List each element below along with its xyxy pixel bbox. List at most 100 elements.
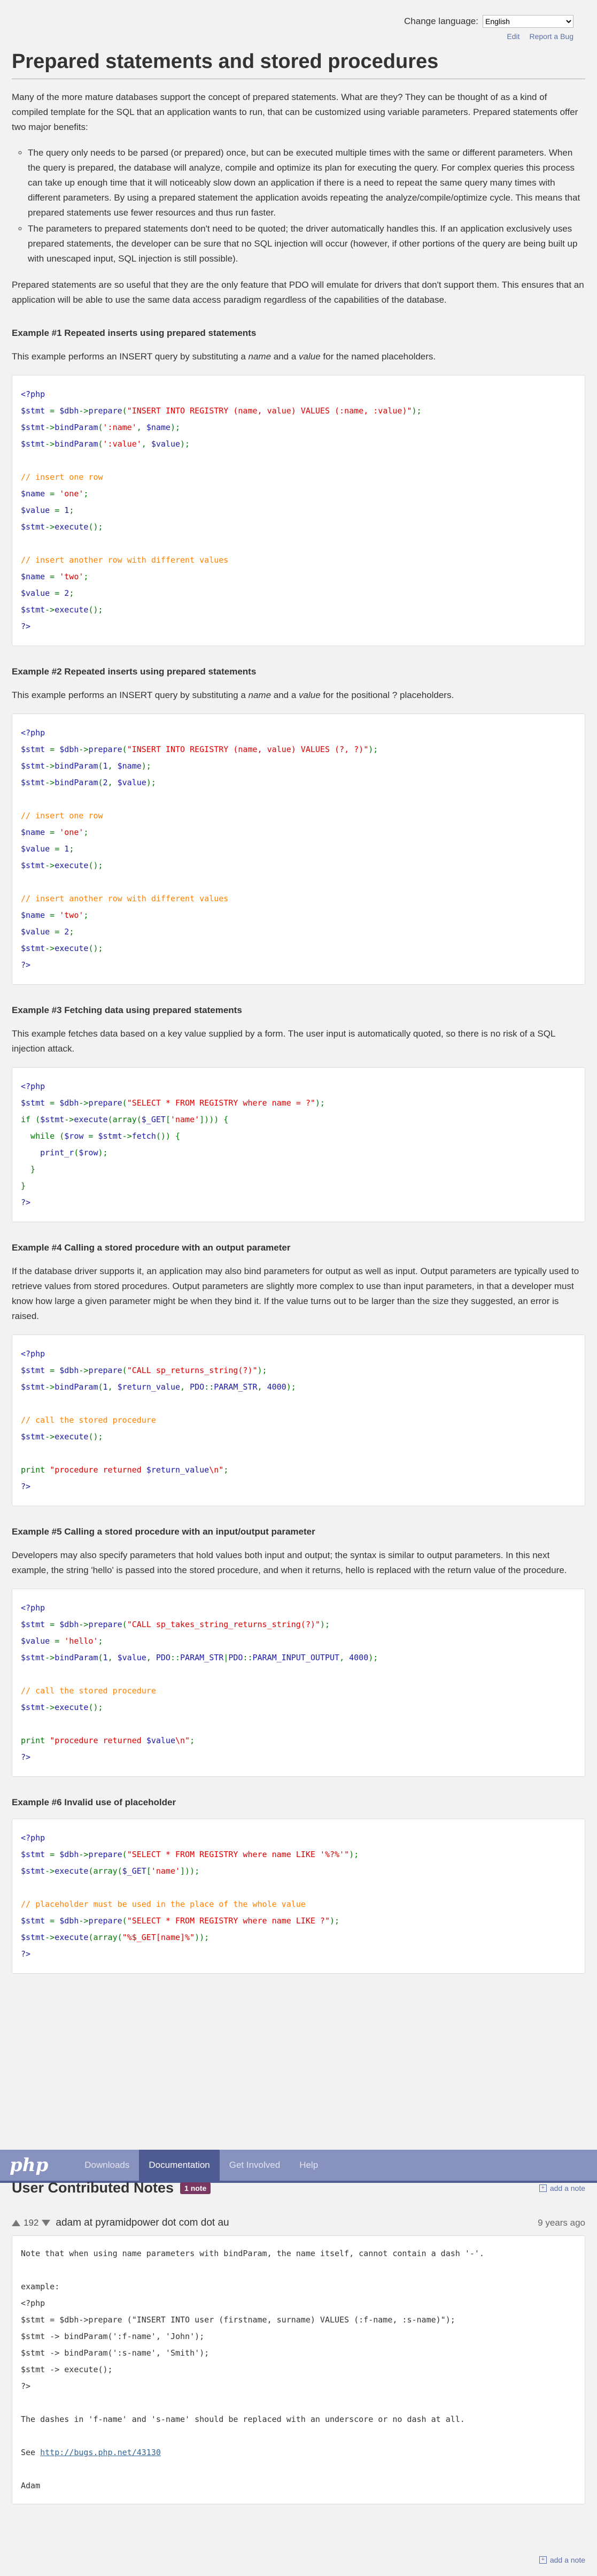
benefit-item: The query only needs to be parsed (or pr… — [28, 145, 585, 220]
note-date: 9 years ago — [538, 2218, 585, 2228]
example-3-code: <?php $stmt = $dbh->prepare("SELECT * FRO… — [12, 1067, 585, 1222]
code-line: } — [21, 1164, 36, 1174]
nav-item-get-involved[interactable]: Get Involved — [220, 2150, 290, 2181]
bug-link[interactable]: http://bugs.php.net/43130 — [40, 2448, 161, 2457]
code-line: $value = 2; — [21, 588, 74, 598]
main-navbar: php Downloads Documentation Get Involved… — [0, 2150, 597, 2183]
code-line: $stmt = $dbh->prepare("SELECT * FROM REG… — [21, 1098, 325, 1108]
code-line: $stmt->execute(); — [21, 1703, 103, 1713]
code-line: <?php — [21, 1081, 45, 1091]
code-line: $name = 'two'; — [21, 571, 89, 581]
code-line: $name = 'one'; — [21, 827, 89, 837]
code-line: // insert one row — [21, 472, 103, 482]
example-3-title: Example #3 Fetching data using prepared … — [12, 1005, 242, 1015]
code-line: <?php — [21, 1348, 45, 1359]
example-5-desc: Developers may also specify parameters t… — [12, 1550, 567, 1576]
plus-icon: + — [539, 2556, 547, 2564]
code-line: // insert another row with different val… — [21, 893, 229, 903]
code-line: $stmt->execute(); — [21, 604, 103, 615]
code-line: while ($row = $stmt->fetch()) { — [21, 1131, 181, 1141]
code-line: $stmt = $dbh->prepare("INSERT INTO REGIS… — [21, 405, 422, 416]
code-line: $stmt->bindParam(1, $name); — [21, 761, 151, 771]
example-2-code: <?php $stmt = $dbh->prepare("INSERT INTO … — [12, 713, 585, 985]
code-line: $stmt->execute(); — [21, 860, 103, 870]
code-line: $stmt->execute(array("%$_GET[name]%")); — [21, 1933, 210, 1943]
vote-down-icon[interactable] — [42, 2220, 51, 2226]
code-line: // placeholder must be used in the place… — [21, 1899, 306, 1910]
top-bar: Change language: English Edit Report a B… — [12, 0, 585, 41]
code-line: $stmt = $dbh->prepare("SELECT * FROM REG… — [21, 1916, 340, 1926]
code-line: $stmt->bindParam(1, $return_value, PDO::… — [21, 1382, 296, 1392]
code-line: print "procedure returned $value\n"; — [21, 1736, 195, 1746]
example-4-code: <?php $stmt = $dbh->prepare("CALL sp_retu… — [12, 1334, 585, 1506]
code-line: $value = 2; — [21, 926, 74, 937]
code-line: ?> — [21, 960, 31, 970]
nav-item-downloads[interactable]: Downloads — [75, 2150, 139, 2181]
code-line: print "procedure returned $return_value\… — [21, 1465, 229, 1475]
code-line: $stmt = $dbh->prepare("CALL sp_takes_str… — [21, 1620, 330, 1630]
code-line: // insert one row — [21, 810, 103, 821]
example-5-title: Example #5 Calling a stored procedure wi… — [12, 1526, 315, 1537]
code-line: $value = 1; — [21, 505, 74, 515]
example-2-title: Example #2 Repeated inserts using prepar… — [12, 666, 257, 677]
code-line: ?> — [21, 1949, 31, 1959]
page: Change language: English Edit Report a B… — [0, 0, 597, 2564]
note-author: adam at pyramidpower dot com dot au — [56, 2217, 229, 2228]
code-line: <?php — [21, 727, 45, 738]
nav-item-documentation[interactable]: Documentation — [139, 2150, 220, 2181]
top-links: Edit Report a Bug — [507, 32, 573, 41]
code-line: ?> — [21, 1752, 31, 1762]
php-logo[interactable]: php — [10, 2155, 48, 2176]
plus-icon: + — [539, 2184, 547, 2192]
language-select[interactable]: English — [483, 15, 573, 28]
code-line: $stmt->bindParam(2, $value); — [21, 777, 156, 787]
intro-paragraph: Many of the more mature databases suppor… — [12, 92, 578, 133]
code-line: ?> — [21, 1197, 31, 1207]
example-1-title: Example #1 Repeated inserts using prepar… — [12, 327, 257, 338]
note-body: Note that when using name parameters wit… — [12, 2235, 585, 2504]
code-line: $name = 'one'; — [21, 488, 89, 499]
example-4-desc: If the database driver supports it, an a… — [12, 1266, 579, 1321]
user-notes-header: User Contributed Notes 1 note + add a no… — [12, 2180, 585, 2196]
code-line: $stmt->execute(); — [21, 943, 103, 953]
example-2-desc: This example performs an INSERT query by… — [12, 689, 454, 700]
note-meta: 192 adam at pyramidpower dot com dot au … — [12, 2217, 585, 2229]
main-content: Change language: English Edit Report a B… — [0, 0, 597, 1974]
benefit-item: The parameters to prepared statements do… — [28, 221, 585, 266]
vote-up-icon[interactable] — [12, 2220, 20, 2226]
code-line: } — [21, 1180, 26, 1191]
example-6-title: Example #6 Invalid use of placeholder — [12, 1797, 176, 1808]
nav-item-help[interactable]: Help — [290, 2150, 328, 2181]
note-count-badge: 1 note — [180, 2182, 211, 2194]
code-line: // call the stored procedure — [21, 1415, 156, 1425]
code-line: // call the stored procedure — [21, 1686, 156, 1696]
report-bug-link[interactable]: Report a Bug — [530, 32, 574, 41]
code-line: // insert another row with different val… — [21, 555, 229, 565]
code-line: <?php — [21, 389, 45, 399]
example-6-code: <?php $stmt = $dbh->prepare("SELECT * FRO… — [12, 1819, 585, 1974]
footer-add-note-link[interactable]: + add a note — [539, 2556, 585, 2564]
add-note-link[interactable]: + add a note — [539, 2184, 585, 2192]
code-line: if ($stmt->execute(array($_GET['name']))… — [21, 1114, 229, 1124]
example-1-code: <?php $stmt = $dbh->prepare("INSERT INTO … — [12, 374, 585, 646]
example-3-desc: This example fetches data based on a key… — [12, 1028, 555, 1054]
code-line: $stmt->execute(); — [21, 1431, 103, 1442]
edit-link[interactable]: Edit — [507, 32, 520, 41]
code-line: $stmt = $dbh->prepare("INSERT INTO REGIS… — [21, 744, 378, 754]
code-line: <?php — [21, 1833, 45, 1843]
user-notes-heading: User Contributed Notes 1 note — [12, 2180, 211, 2196]
change-language-label: Change language: — [404, 16, 478, 26]
intro-paragraph-2: Prepared statements are so useful that t… — [12, 279, 584, 305]
example-1-desc: This example performs an INSERT query by… — [12, 351, 436, 362]
code-line: ?> — [21, 621, 31, 631]
code-line: $stmt->execute(array($_GET['name'])); — [21, 1866, 200, 1876]
code-line: $stmt = $dbh->prepare("CALL sp_returns_s… — [21, 1365, 267, 1375]
